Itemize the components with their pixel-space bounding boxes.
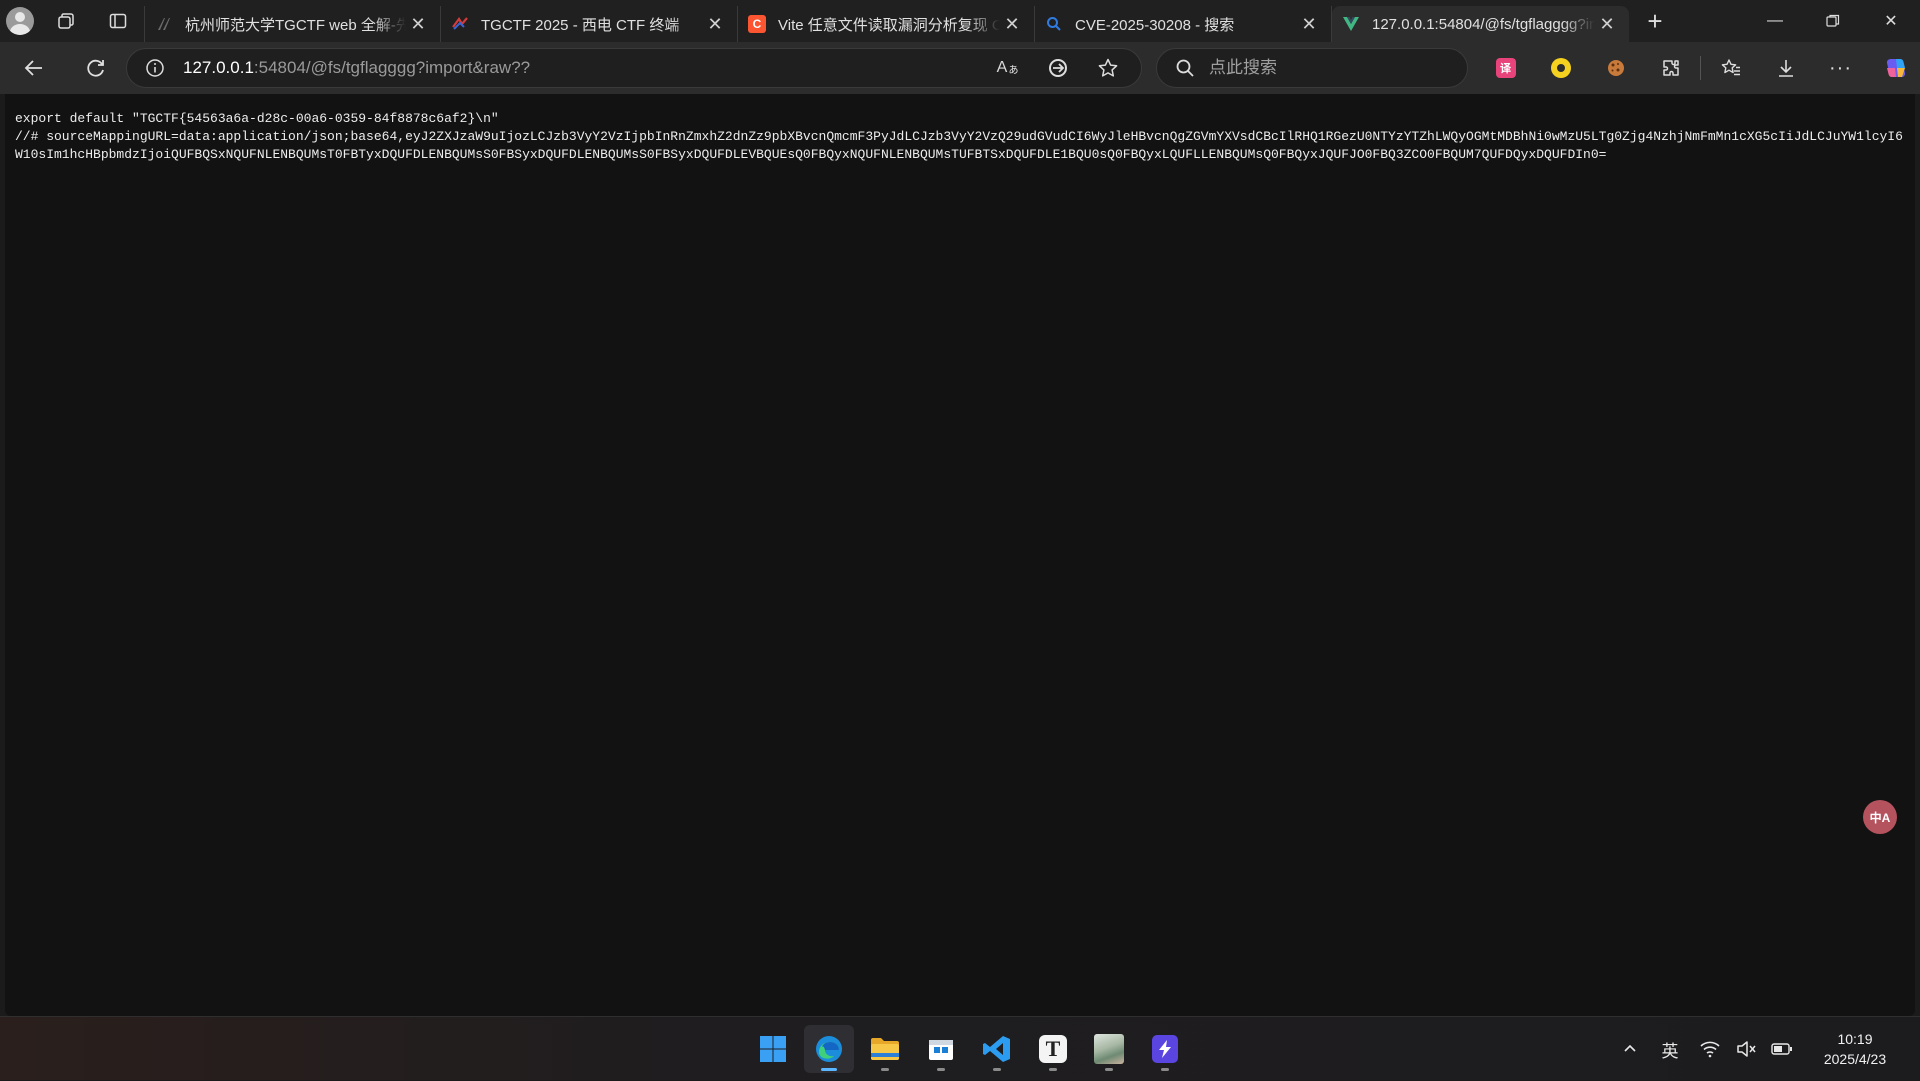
clock-time: 10:19 xyxy=(1837,1031,1873,1047)
typora-icon: T xyxy=(1039,1035,1067,1063)
tab-title: Vite 任意文件读取漏洞分析复现 C xyxy=(778,16,1000,34)
back-button[interactable] xyxy=(0,42,68,94)
search-icon xyxy=(1045,15,1063,33)
tab-tgctf-terminal[interactable]: TGCTF 2025 - 西电 CTF 终端 ✕ xyxy=(441,6,738,42)
url-text[interactable]: 127.0.0.1:54804/@fs/tgflagggg?import&raw… xyxy=(183,58,530,78)
document-icon xyxy=(155,15,173,33)
taskbar-typora[interactable]: T xyxy=(1028,1025,1078,1073)
running-indicator xyxy=(1049,1068,1057,1071)
toolbar-divider xyxy=(1700,56,1701,80)
search-box[interactable] xyxy=(1156,48,1468,88)
image-viewer-icon xyxy=(1094,1034,1124,1064)
avatar-icon xyxy=(6,7,34,35)
workspaces-icon xyxy=(58,13,74,29)
vertical-tabs-button[interactable] xyxy=(92,0,144,42)
close-icon[interactable]: ✕ xyxy=(1595,12,1619,36)
chevron-up-icon[interactable] xyxy=(1612,1041,1648,1057)
system-tray: 英 10:19 2025/4/23 xyxy=(1612,1017,1920,1081)
volume-muted-icon[interactable] xyxy=(1728,1040,1764,1058)
folder-icon xyxy=(871,1038,899,1060)
running-indicator xyxy=(881,1068,889,1071)
close-icon[interactable]: ✕ xyxy=(406,12,430,36)
taskbar-yakit[interactable] xyxy=(1140,1025,1190,1073)
csdn-icon: C xyxy=(748,15,766,33)
taskbar-apps: T xyxy=(748,1025,1190,1073)
windows-taskbar: T 英 10:19 2025/4/23 xyxy=(0,1016,1920,1080)
lightning-icon xyxy=(1152,1035,1178,1063)
store-icon xyxy=(929,1040,953,1060)
ime-indicator[interactable]: 英 xyxy=(1648,1037,1692,1062)
running-indicator xyxy=(1161,1068,1169,1071)
vite-icon xyxy=(1342,15,1360,33)
tab-title: 127.0.0.1:54804/@fs/tgflagggg?in xyxy=(1372,15,1595,33)
tab-title: 杭州师范大学TGCTF web 全解-先 xyxy=(185,16,406,34)
url-host: 127.0.0.1 xyxy=(183,58,254,77)
tab-strip: 杭州师范大学TGCTF web 全解-先 ✕ TGCTF 2025 - 西电 C… xyxy=(0,0,1920,42)
translate-extension-icon[interactable]: 译 xyxy=(1478,42,1533,94)
active-indicator xyxy=(821,1068,837,1071)
taskbar-file-explorer[interactable] xyxy=(860,1025,910,1073)
more-menu-icon[interactable]: ··· xyxy=(1813,42,1868,94)
close-window-icon[interactable]: ✕ xyxy=(1862,0,1920,42)
clock-date: 2025/4/23 xyxy=(1823,1051,1887,1067)
taskbar-store[interactable] xyxy=(916,1025,966,1073)
taskbar-image-app[interactable] xyxy=(1084,1025,1134,1073)
ring-extension-icon[interactable] xyxy=(1533,42,1588,94)
close-icon[interactable]: ✕ xyxy=(703,12,727,36)
running-indicator xyxy=(1105,1068,1113,1071)
minimize-icon[interactable]: — xyxy=(1746,0,1804,42)
downloads-icon[interactable] xyxy=(1758,42,1813,94)
workspaces-button[interactable] xyxy=(40,0,92,42)
profile-button[interactable] xyxy=(0,0,40,42)
windows-logo-icon xyxy=(760,1036,786,1062)
close-icon[interactable]: ✕ xyxy=(1000,12,1024,36)
search-input[interactable] xyxy=(1207,57,1427,79)
running-indicator xyxy=(937,1068,945,1071)
refresh-button[interactable] xyxy=(68,42,123,94)
back-arrow-icon xyxy=(24,60,42,76)
copilot-icon[interactable] xyxy=(1868,42,1920,94)
raw-response-text: export default "TGCTF{54563a6a-d28c-00a6… xyxy=(15,111,1903,162)
vscode-icon xyxy=(983,1036,1010,1062)
refresh-icon xyxy=(86,59,104,77)
start-button[interactable] xyxy=(748,1025,798,1073)
close-icon[interactable]: ✕ xyxy=(1297,12,1321,36)
translate-page-icon[interactable] xyxy=(1033,48,1083,88)
tab-hznu-writeup[interactable]: 杭州师范大学TGCTF web 全解-先 ✕ xyxy=(144,6,441,42)
running-indicator xyxy=(993,1068,1001,1071)
browser-toolbar: 127.0.0.1:54804/@fs/tgflagggg?import&raw… xyxy=(0,42,1920,94)
taskbar-edge[interactable] xyxy=(804,1025,854,1073)
tab-cve-search[interactable]: CVE-2025-30208 - 搜索 ✕ xyxy=(1035,6,1332,42)
cookie-extension-icon[interactable] xyxy=(1588,42,1643,94)
clock[interactable]: 10:19 2025/4/23 xyxy=(1800,1029,1910,1069)
floating-translate-button[interactable]: 中A xyxy=(1863,800,1897,834)
read-aloud-icon[interactable]: Aぁ xyxy=(983,48,1033,88)
site-info-icon[interactable] xyxy=(127,58,183,78)
tab-actions-icon xyxy=(109,13,127,29)
battery-icon[interactable] xyxy=(1764,1042,1800,1056)
tab-title: CVE-2025-30208 - 搜索 xyxy=(1075,16,1235,34)
tab-vite-article[interactable]: C Vite 任意文件读取漏洞分析复现 C ✕ xyxy=(738,6,1035,42)
extensions-icon[interactable] xyxy=(1643,42,1698,94)
taskbar-vscode[interactable] xyxy=(972,1025,1022,1073)
window-controls: — ✕ xyxy=(1746,0,1920,42)
tab-raw-file[interactable]: 127.0.0.1:54804/@fs/tgflagggg?in ✕ xyxy=(1332,6,1629,42)
edge-browser-icon xyxy=(816,1036,842,1062)
new-tab-button[interactable]: + xyxy=(1629,0,1681,42)
address-bar[interactable]: 127.0.0.1:54804/@fs/tgflagggg?import&raw… xyxy=(126,48,1142,88)
restore-icon[interactable] xyxy=(1804,0,1862,42)
page-content: export default "TGCTF{54563a6a-d28c-00a6… xyxy=(5,94,1915,1016)
wifi-icon[interactable] xyxy=(1692,1040,1728,1058)
ctf-icon xyxy=(451,15,469,33)
tab-title: TGCTF 2025 - 西电 CTF 终端 xyxy=(481,16,680,34)
favorite-star-icon[interactable] xyxy=(1083,48,1133,88)
search-icon xyxy=(1176,59,1194,77)
extensions-row: 译 ··· xyxy=(1478,42,1920,94)
url-path: :54804/@fs/tgflagggg?import&raw?? xyxy=(253,58,531,77)
favorites-icon[interactable] xyxy=(1703,42,1758,94)
